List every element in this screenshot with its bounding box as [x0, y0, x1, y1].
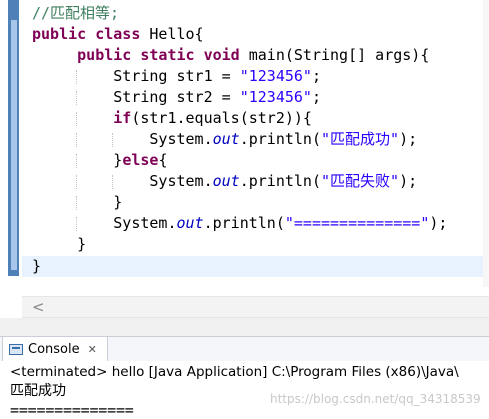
horizontal-scrollbar[interactable]: <: [22, 296, 489, 318]
editor-right-edge: [483, 0, 489, 287]
code-line-11: System.out.println("==============");: [32, 213, 447, 234]
code-line-8: }else{: [32, 150, 167, 171]
editor-gutter: [0, 0, 22, 287]
code-line-9: System.out.println("匹配失败");: [32, 171, 417, 192]
code-line-5: String str2 = "123456";: [32, 87, 321, 108]
code-line-1: //匹配相等;: [32, 4, 120, 22]
close-icon[interactable]: ✕: [88, 343, 97, 356]
console-tab-label: Console: [28, 341, 80, 357]
code-line-12: }: [77, 235, 87, 253]
code-line-6: if(str1.equals(str2)){: [32, 108, 312, 129]
watermark: https://blog.csdn.net/qq_34318539: [270, 392, 481, 406]
current-line-highlight: [22, 256, 489, 277]
console-view-header: Console ✕: [0, 336, 489, 362]
console-icon: [9, 343, 23, 355]
console-output-line: ==============: [10, 401, 134, 419]
view-splitter[interactable]: [0, 318, 489, 336]
terminated-status: <terminated> hello [Java Application] C:…: [10, 364, 459, 380]
code-editor[interactable]: //匹配相等; public class Hello{ public stati…: [0, 0, 489, 287]
code-line-7: System.out.println("匹配成功");: [32, 129, 417, 150]
code-line-10: }: [32, 192, 122, 213]
scroll-left-icon[interactable]: <: [32, 298, 45, 316]
console-output[interactable]: <terminated> hello [Java Application] C:…: [0, 361, 489, 419]
tab-console[interactable]: Console ✕: [2, 337, 108, 361]
change-ruler: [11, 20, 17, 270]
code-line-3: public static void main(String[] args){: [77, 46, 430, 64]
code-line-13: }: [32, 257, 42, 275]
console-output-line: 匹配成功: [10, 383, 66, 399]
code-line-4: String str1 = "123456";: [32, 66, 321, 87]
code-line-2: public class Hello{: [32, 25, 204, 43]
